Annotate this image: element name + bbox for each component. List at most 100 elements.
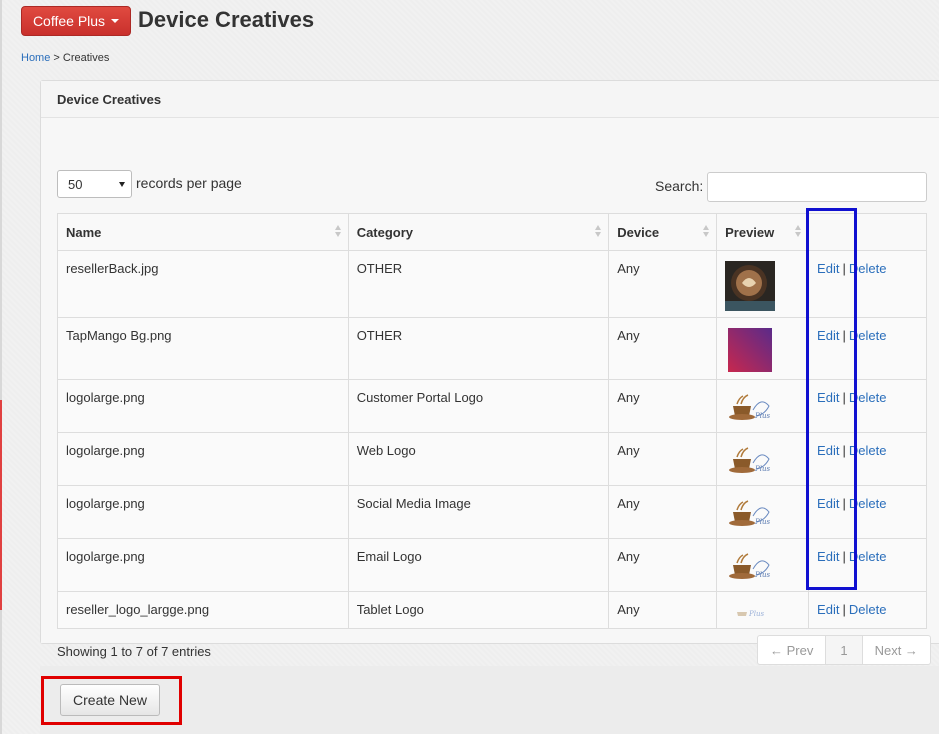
column-header-name[interactable]: Name [57,213,349,251]
coffee-plus-logo-thumbnail: Plus [729,394,771,420]
page-number-button[interactable]: 1 [825,636,863,664]
cell-device: Any [608,250,718,318]
action-separator: | [842,602,846,617]
panel-title: Device Creatives [41,81,939,118]
svg-text:Plus: Plus [754,465,770,473]
cell-category: Web Logo [347,432,610,486]
svg-text:Plus: Plus [754,571,770,579]
edit-link[interactable]: Edit [817,328,839,343]
svg-text:Plus: Plus [754,518,770,526]
cell-device: Any [608,379,718,433]
caret-down-icon [111,19,120,23]
column-header-category[interactable]: Category [347,213,610,251]
table-row: resellerBack.jpg OTHER Any Edit | Delete [57,250,927,318]
action-separator: | [842,328,846,343]
edit-link[interactable]: Edit [817,602,839,617]
action-separator: | [842,261,846,276]
sort-icon [595,225,602,237]
delete-link[interactable]: Delete [849,496,887,511]
column-header-preview[interactable]: Preview [716,213,810,251]
page-title: Device Creatives [138,7,315,32]
action-separator: | [842,390,846,405]
next-page-button[interactable]: Next → [863,636,930,664]
gradient-background-thumbnail [728,328,773,372]
cell-category: OTHER [347,250,610,318]
create-new-button[interactable]: Create New [60,684,160,716]
brand-dropdown-label: Coffee Plus [32,13,106,29]
edit-link[interactable]: Edit [817,443,839,458]
breadcrumb-home-link[interactable]: Home [21,52,50,64]
svg-text:Plus: Plus [748,610,764,618]
delete-link[interactable]: Delete [849,390,887,405]
cell-name: logolarge.png [57,538,349,592]
action-separator: | [842,496,846,511]
cell-preview: Plus [716,538,810,592]
footer-bar [40,666,939,734]
device-creatives-panel: Device Creatives 50 records per page Sea… [40,80,939,665]
coffee-plus-logo-thumbnail: Plus [729,447,771,473]
edit-link[interactable]: Edit [817,261,839,276]
page-length-select[interactable]: 50 [57,170,132,198]
cell-actions: Edit | Delete [808,317,927,380]
column-header-device[interactable]: Device [608,213,718,251]
cell-device: Any [608,317,718,380]
panel-body: 50 records per page Search: Name Categor… [41,118,939,665]
cell-name: logolarge.png [57,432,349,486]
left-edge-accent [0,400,2,610]
cell-actions: Edit | Delete [808,485,927,539]
delete-link[interactable]: Delete [849,443,887,458]
cell-name: TapMango Bg.png [57,317,349,380]
table-row: logolarge.png Social Media Image Any Plu… [57,485,927,539]
cell-preview: Plus [716,485,810,539]
cell-category: OTHER [347,317,610,380]
edit-link[interactable]: Edit [817,549,839,564]
pagination: ← Prev 1 Next → [757,635,931,665]
page-length-value: 50 [68,176,83,192]
edit-link[interactable]: Edit [817,390,839,405]
cell-category: Email Logo [347,538,610,592]
cell-device: Any [608,485,718,539]
table-row: logolarge.png Customer Portal Logo Any P… [57,379,927,433]
table-header-row: Name Category Device Preview [57,213,927,251]
cell-category: Tablet Logo [347,591,610,629]
cell-actions: Edit | Delete [808,538,927,592]
cell-category: Customer Portal Logo [347,379,610,433]
brand-dropdown-button[interactable]: Coffee Plus [21,6,131,36]
sort-icon [334,225,342,237]
delete-link[interactable]: Delete [849,261,887,276]
select-arrow-icon [119,182,125,187]
breadcrumb-separator: > [53,52,60,64]
cell-device: Any [608,432,718,486]
coffee-plus-logo-thumbnail: Plus [729,553,771,579]
cell-device: Any [608,538,718,592]
cell-actions: Edit | Delete [808,591,927,629]
coffee-plus-small-logo-thumbnail: Plus [737,610,765,618]
prev-page-button[interactable]: ← Prev [758,636,825,664]
cell-preview [716,250,810,318]
cell-preview [716,317,810,380]
sort-icon [703,225,710,237]
table-row: logolarge.png Web Logo Any Plus Edit | Del… [57,432,927,486]
cell-name: logolarge.png [57,379,349,433]
cell-preview: Plus [716,591,810,629]
breadcrumb-current: Creatives [62,52,110,64]
svg-text:Plus: Plus [754,412,770,420]
cell-device: Any [608,591,718,629]
cell-preview: Plus [716,379,810,433]
breadcrumb: Home > Creatives [21,52,109,64]
coffee-plus-logo-thumbnail: Plus [729,500,771,526]
edit-link[interactable]: Edit [817,496,839,511]
cell-actions: Edit | Delete [808,432,927,486]
delete-link[interactable]: Delete [849,328,887,343]
delete-link[interactable]: Delete [849,602,887,617]
table-row: TapMango Bg.png OTHER Any Edit | Delete [57,317,927,380]
action-separator: | [842,549,846,564]
cell-actions: Edit | Delete [808,250,927,318]
cell-name: logolarge.png [57,485,349,539]
table-row: reseller_logo_largge.png Tablet Logo Any… [57,591,927,629]
search-input[interactable] [707,172,927,202]
sort-icon [795,225,802,237]
delete-link[interactable]: Delete [849,549,887,564]
cell-preview: Plus [716,432,810,486]
coffee-latte-thumbnail [725,261,776,311]
